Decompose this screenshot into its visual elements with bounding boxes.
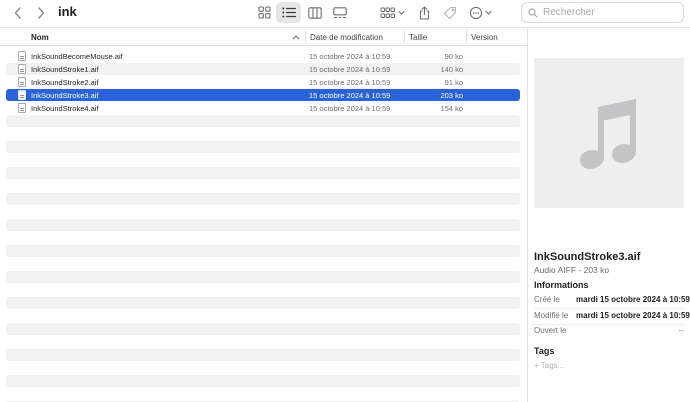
file-list: Nom Date de modification Taille Version … (0, 28, 527, 402)
empty-row (6, 115, 520, 127)
list-header: Nom Date de modification Taille Version (0, 28, 527, 46)
table-row[interactable]: InkSoundBecomeMouse.aif 15 octobre 2024 … (6, 50, 520, 62)
info-section-title: Informations (534, 280, 589, 290)
table-row[interactable]: InkSoundStroke2.aif 15 octobre 2024 à 10… (6, 76, 520, 88)
file-size: 91 ko (444, 78, 463, 87)
info-label: Ouvert le (534, 326, 567, 335)
empty-row (6, 167, 520, 179)
file-date: 15 octobre 2024 à 10:59 (309, 91, 391, 100)
grid-icon (257, 6, 271, 19)
table-row[interactable]: InkSoundStroke1.aif 15 octobre 2024 à 10… (6, 63, 520, 75)
sort-chevron-up-icon[interactable] (292, 34, 300, 40)
gallery-icon (332, 6, 347, 18)
group-button[interactable] (378, 2, 408, 23)
file-size: 203 ko (440, 91, 463, 100)
columns-icon (307, 6, 322, 19)
empty-row (6, 245, 520, 257)
toolbar: ink (0, 0, 690, 26)
column-name-header[interactable]: Nom (31, 33, 49, 42)
empty-row (6, 271, 520, 283)
file-date: 15 octobre 2024 à 10:59 (309, 65, 391, 74)
empty-row (6, 349, 520, 361)
preview-file-name: InkSoundStroke3.aif (534, 251, 641, 263)
file-date: 15 octobre 2024 à 10:59 (309, 104, 391, 113)
info-label: Créé le (534, 295, 560, 304)
file-name: InkSoundBecomeMouse.aif (31, 52, 123, 61)
info-value: -- (678, 326, 684, 335)
file-date: 15 octobre 2024 à 10:59 (309, 52, 391, 61)
column-size-header[interactable]: Taille (409, 33, 427, 42)
info-modified: Modifié le mardi 15 octobre 2024 à 10:59 (534, 311, 690, 323)
more-button[interactable] (467, 2, 495, 23)
ellipsis-circle-icon (469, 6, 492, 19)
file-size: 140 ko (440, 65, 463, 74)
file-size: 90 ko (444, 52, 463, 61)
group-icon (380, 7, 405, 18)
empty-row (6, 323, 520, 335)
view-gallery-button[interactable] (328, 2, 351, 23)
tag-icon (443, 6, 457, 19)
preview-thumbnail (534, 58, 684, 208)
tags-section-title: Tags (534, 346, 555, 356)
divider (534, 324, 684, 325)
info-created: Créé le mardi 15 octobre 2024 à 10:59 (534, 295, 690, 307)
empty-row (6, 219, 520, 231)
table-row[interactable]: InkSoundStroke4.aif 15 octobre 2024 à 10… (6, 102, 520, 114)
column-separator (466, 30, 467, 43)
file-name: InkSoundStroke3.aif (31, 91, 99, 100)
window-title: ink (58, 4, 77, 19)
audio-file-icon (18, 64, 26, 74)
chevron-left-icon (14, 6, 21, 19)
chevron-right-icon (38, 6, 45, 19)
empty-row (6, 141, 520, 153)
info-opened: Ouvert le -- (534, 326, 690, 338)
share-icon (419, 5, 429, 20)
file-name: InkSoundStroke4.aif (31, 104, 99, 113)
file-date: 15 octobre 2024 à 10:59 (309, 78, 391, 87)
view-columns-button[interactable] (303, 2, 326, 23)
add-tags-field[interactable]: + Tags... (534, 361, 564, 370)
divider (534, 308, 684, 309)
column-date-header[interactable]: Date de modification (310, 33, 383, 42)
info-value: mardi 15 octobre 2024 à 10:59 (576, 295, 690, 304)
search-icon (528, 7, 538, 18)
column-separator (404, 30, 405, 43)
forward-button[interactable] (31, 2, 51, 23)
search-input[interactable] (543, 7, 673, 18)
view-icons-button[interactable] (253, 2, 275, 23)
empty-row (6, 297, 520, 309)
file-size: 154 ko (440, 104, 463, 113)
empty-row (6, 193, 520, 205)
info-label: Modifié le (534, 311, 569, 320)
share-button[interactable] (414, 2, 434, 23)
audio-file-icon (18, 77, 26, 87)
file-name: InkSoundStroke1.aif (31, 65, 99, 74)
view-list-button[interactable] (276, 2, 301, 23)
audio-file-icon (18, 103, 26, 113)
audio-file-icon (18, 90, 26, 100)
preview-pane: InkSoundStroke3.aif Audio AIFF - 203 ko … (528, 28, 690, 402)
info-value: mardi 15 octobre 2024 à 10:59 (576, 311, 690, 320)
empty-row (6, 375, 520, 387)
column-separator (305, 30, 306, 43)
audio-file-icon (18, 51, 26, 61)
table-row-selected[interactable]: InkSoundStroke3.aif 15 octobre 2024 à 10… (6, 89, 520, 101)
column-version-header[interactable]: Version (471, 33, 498, 42)
list-icon (281, 7, 296, 18)
tag-button[interactable] (440, 2, 460, 23)
music-note-icon (580, 99, 636, 169)
preview-file-kind: Audio AIFF - 203 ko (534, 265, 610, 275)
file-name: InkSoundStroke2.aif (31, 78, 99, 87)
back-button[interactable] (8, 2, 28, 23)
search-field[interactable] (521, 2, 684, 23)
